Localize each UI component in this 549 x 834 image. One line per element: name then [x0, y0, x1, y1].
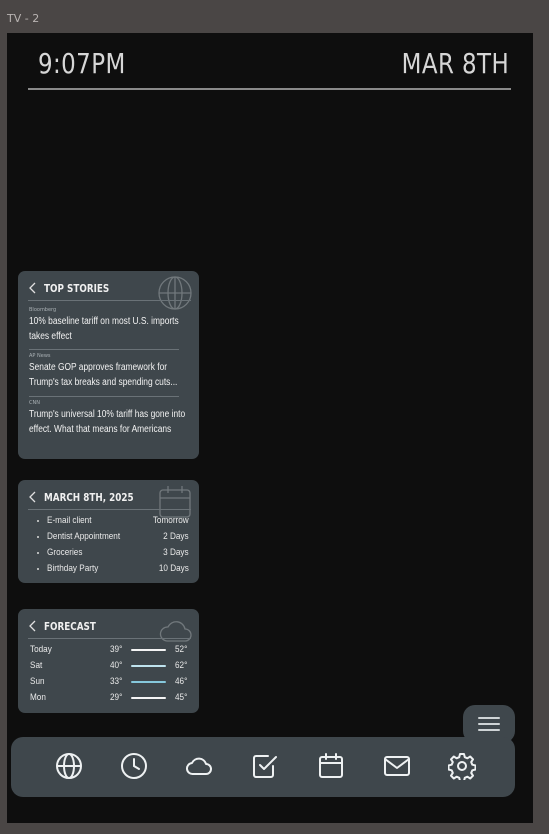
forecast-header[interactable]: FORECAST	[28, 618, 109, 634]
story-headline: Senate GOP approves framework for Trump'…	[29, 362, 178, 388]
top-stories-widget[interactable]: TOP STORIES Bloomberg 10% baseline tarif…	[18, 271, 199, 459]
forecast-low: 29°	[110, 692, 123, 703]
forecast-row: Today 39° 52°	[30, 644, 188, 656]
forecast-day: Today	[30, 644, 52, 655]
widget-divider	[28, 638, 191, 639]
story-headline: 10% baseline tariff on most U.S. imports…	[29, 316, 179, 342]
forecast-day: Mon	[30, 692, 46, 703]
hamburger-menu-icon	[478, 717, 500, 731]
story-headline: Trump's universal 10% tariff has gone in…	[29, 409, 186, 435]
calendar-icon[interactable]	[317, 752, 345, 780]
story-item[interactable]: Bloomberg 10% baseline tariff on most U.…	[29, 307, 189, 344]
event-when: Tomorrow	[153, 515, 189, 526]
event-name: Birthday Party	[47, 563, 99, 574]
forecast-high: 62°	[175, 660, 188, 671]
temperature-bar	[131, 649, 166, 651]
forecast-day: Sun	[30, 676, 45, 687]
gear-icon[interactable]	[448, 752, 476, 780]
clock-icon[interactable]	[120, 752, 148, 780]
temperature-bar	[131, 681, 166, 683]
forecast-day: Sat	[30, 660, 43, 671]
chevron-left-icon[interactable]	[28, 620, 38, 632]
event-name: Dentist Appointment	[47, 531, 121, 542]
temperature-bar	[131, 697, 166, 699]
event-name: Groceries	[47, 547, 83, 558]
mail-icon[interactable]	[383, 752, 411, 780]
calendar-event[interactable]: E-mail client Tomorrow	[37, 515, 189, 527]
temperature-bar	[131, 665, 166, 667]
event-name: E-mail client	[47, 515, 92, 526]
header-divider	[28, 88, 511, 90]
cloud-icon[interactable]	[185, 752, 213, 780]
widget-divider	[28, 300, 191, 301]
forecast-row: Sat 40° 62°	[30, 660, 188, 672]
top-stories-title: TOP STORIES	[44, 281, 110, 295]
event-when: 3 Days	[163, 547, 189, 558]
tv-screen: 9:07PM MAR 8TH TOP STORIES Bloomberg 10%…	[7, 33, 533, 823]
story-source: AP News	[29, 353, 51, 359]
event-when: 10 Days	[159, 563, 189, 574]
chevron-left-icon[interactable]	[28, 491, 38, 503]
story-item[interactable]: CNN Trump's universal 10% tariff has gon…	[29, 400, 189, 437]
forecast-low: 33°	[110, 676, 123, 687]
bottom-dock	[11, 737, 515, 797]
calendar-title: MARCH 8TH, 2025	[44, 490, 134, 504]
story-item[interactable]: AP News Senate GOP approves framework fo…	[29, 353, 189, 390]
story-source: Bloomberg	[29, 307, 57, 313]
forecast-high: 52°	[175, 644, 188, 655]
forecast-row: Mon 29° 45°	[30, 692, 188, 704]
calendar-event[interactable]: Dentist Appointment 2 Days	[37, 531, 189, 543]
chevron-left-icon[interactable]	[28, 282, 38, 294]
forecast-row: Sun 33° 46°	[30, 676, 188, 688]
widget-divider	[28, 509, 191, 510]
calendar-header[interactable]: MARCH 8TH, 2025	[28, 489, 156, 505]
forecast-widget[interactable]: FORECAST Today 39° 52° Sat 40° 62° Sun 3…	[18, 609, 199, 713]
checkbox-icon[interactable]	[251, 752, 279, 780]
top-stories-header[interactable]: TOP STORIES	[28, 280, 126, 296]
calendar-event[interactable]: Birthday Party 10 Days	[37, 563, 189, 575]
globe-icon[interactable]	[55, 752, 83, 780]
calendar-widget[interactable]: MARCH 8TH, 2025 E-mail client Tomorrow D…	[18, 480, 199, 583]
globe-icon	[158, 276, 192, 310]
story-divider	[29, 396, 179, 397]
bullet	[37, 520, 39, 522]
header-date: MAR 8TH	[401, 47, 509, 80]
bullet	[37, 568, 39, 570]
clock-time: 9:07PM	[38, 47, 126, 80]
frame-label: TV - 2	[7, 12, 40, 25]
forecast-high: 46°	[175, 676, 188, 687]
forecast-low: 40°	[110, 660, 123, 671]
bullet	[37, 536, 39, 538]
forecast-low: 39°	[110, 644, 123, 655]
calendar-event[interactable]: Groceries 3 Days	[37, 547, 189, 559]
forecast-high: 45°	[175, 692, 188, 703]
event-when: 2 Days	[163, 531, 189, 542]
story-source: CNN	[29, 400, 40, 406]
story-divider	[29, 349, 179, 350]
forecast-title: FORECAST	[44, 619, 96, 633]
bullet	[37, 552, 39, 554]
